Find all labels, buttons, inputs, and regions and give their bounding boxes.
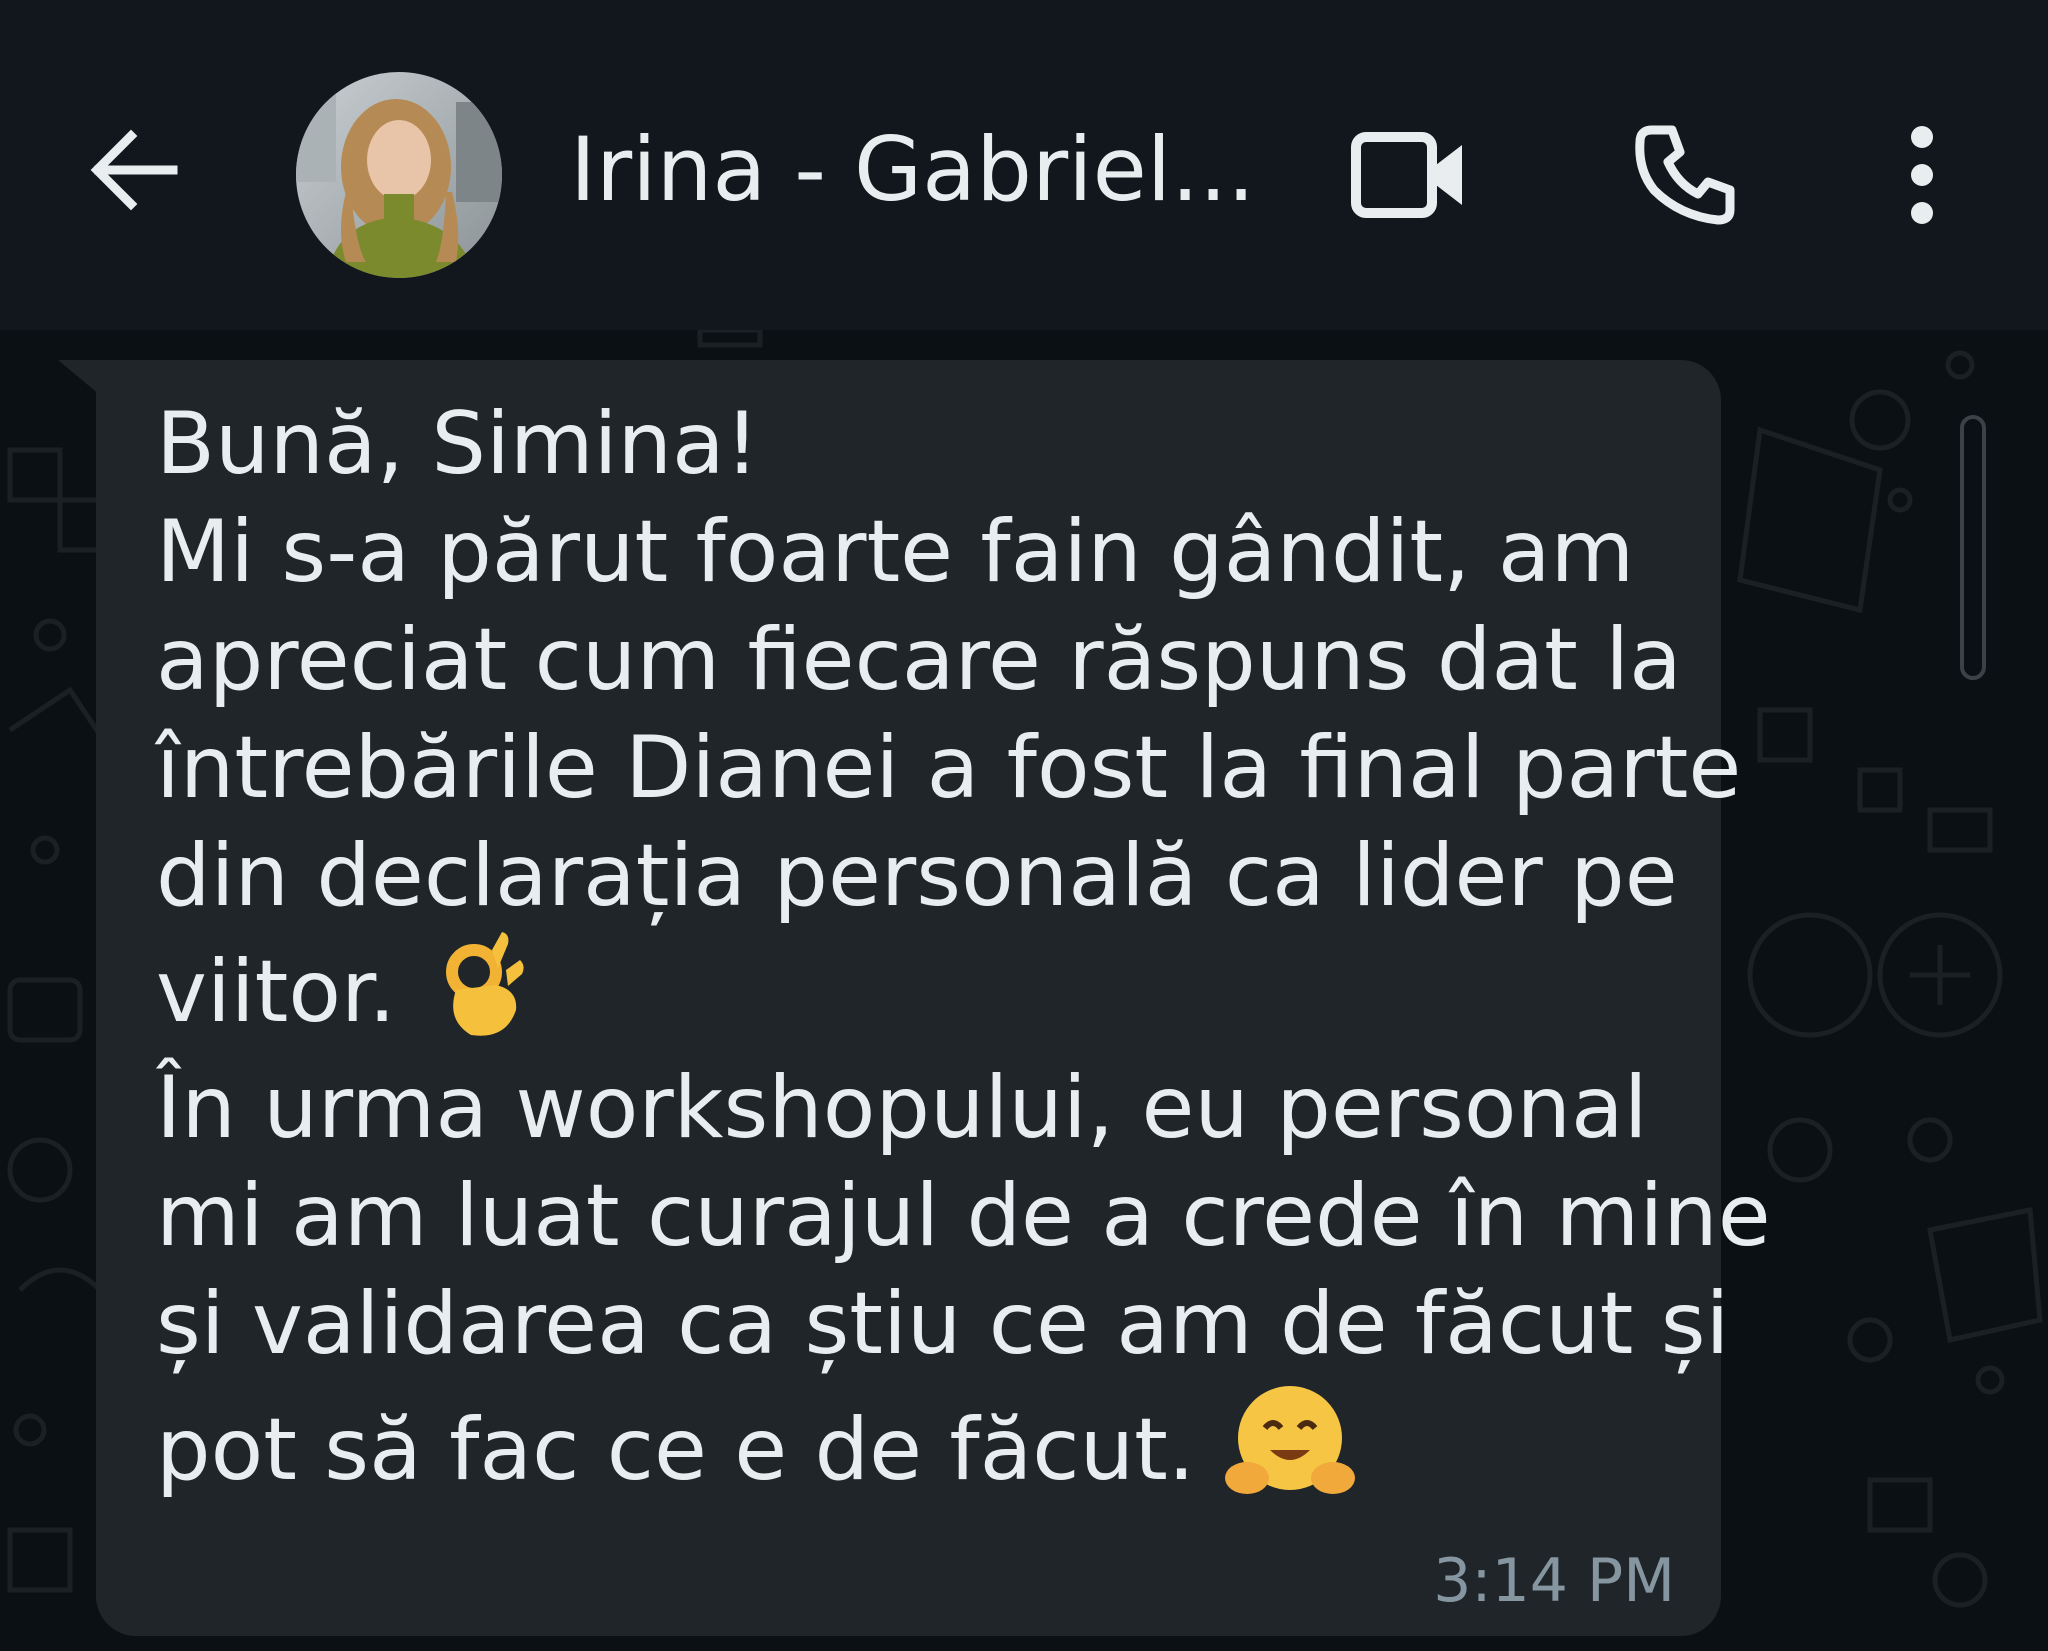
- message-line: Bună, Simina!: [156, 394, 760, 494]
- back-button[interactable]: [80, 115, 190, 225]
- chat-screen: Irina - Gabriel... Bună, Simina! Mi s-a …: [0, 0, 2048, 1651]
- scrollbar[interactable]: [1960, 415, 1986, 680]
- avatar-image: [296, 72, 502, 278]
- video-camera-icon: [1351, 132, 1462, 218]
- more-options-button[interactable]: [1862, 115, 1982, 235]
- message-line: mi am luat curajul de a crede în mine: [156, 1166, 1771, 1266]
- arrow-left-icon: [90, 129, 178, 211]
- chat-area[interactable]: Bună, Simina! Mi s-a părut foarte fain g…: [0, 330, 2048, 1651]
- message-line: apreciat cum fiecare răspuns dat la: [156, 610, 1682, 710]
- phone-icon: [1635, 125, 1735, 225]
- message-line: întrebările Dianei a fost la final parte: [156, 718, 1742, 818]
- chat-header: Irina - Gabriel...: [0, 0, 2048, 330]
- message-bubble[interactable]: Bună, Simina! Mi s-a părut foarte fain g…: [96, 360, 1771, 1636]
- voice-call-button[interactable]: [1625, 115, 1745, 235]
- message-line: din declarația personală ca lider pe: [156, 826, 1678, 926]
- hugging-face-emoji: [1225, 1378, 1356, 1533]
- ok-hand-emoji: [426, 930, 526, 1065]
- message-line: În urma workshopului, eu personal: [156, 1058, 1648, 1158]
- message-line-with-emoji: pot să fac ce e de făcut.: [156, 1378, 1716, 1502]
- message-line-text: pot să fac ce e de făcut.: [156, 1399, 1196, 1500]
- message-line-with-emoji: viitor.: [156, 930, 1716, 1054]
- message-line-text: viitor.: [156, 941, 396, 1042]
- more-vertical-icon: [1911, 126, 1933, 224]
- message-line: Mi s-a părut foarte fain gândit, am: [156, 502, 1635, 602]
- video-call-button[interactable]: [1350, 115, 1470, 235]
- contact-name[interactable]: Irina - Gabriel...: [570, 110, 1270, 230]
- message-body: Bună, Simina! Mi s-a părut foarte fain g…: [156, 390, 1771, 1502]
- message-line: și validarea ca știu ce am de făcut și: [156, 1274, 1730, 1374]
- message-timestamp: 3:14 PM: [1433, 1546, 1675, 1616]
- contact-avatar[interactable]: [296, 72, 502, 278]
